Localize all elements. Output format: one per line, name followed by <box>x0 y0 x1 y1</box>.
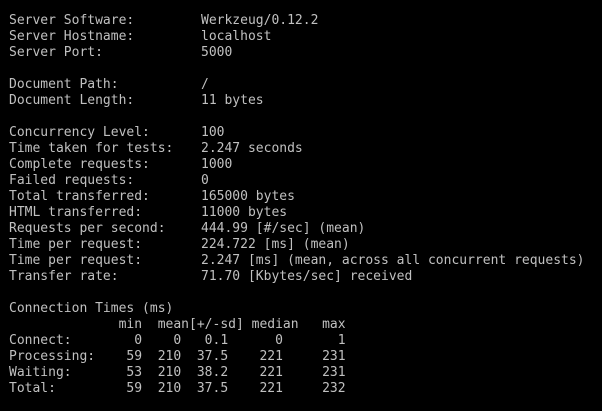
time-per-request-line: Time per request: 224.722 [ms] (mean) <box>9 237 602 253</box>
time-taken-line: Time taken for tests: 2.247 seconds <box>9 141 602 157</box>
line-label: Transfer rate: <box>9 269 119 284</box>
line-value: 165000 bytes <box>201 189 295 204</box>
line-label: Time taken for tests: <box>9 141 174 156</box>
complete-requests-line: Complete requests: 1000 <box>9 157 602 173</box>
connection-times-header: min mean[+/-sd] median max <box>9 317 346 332</box>
line-label: Server Hostname: <box>9 29 135 44</box>
line-label: Server Port: <box>9 45 103 60</box>
line-label: Document Path: <box>9 77 119 92</box>
time-per-request-concurrent-line: Time per request: 2.247 [ms] (mean, acro… <box>9 253 602 269</box>
total-transferred-line: Total transferred: 165000 bytes <box>9 189 602 205</box>
line-value: / <box>201 77 209 92</box>
html-transferred-line: HTML transferred: 11000 bytes <box>9 205 602 221</box>
line-value: localhost <box>201 29 272 44</box>
line-label: Complete requests: <box>9 157 150 172</box>
line-value: 11 bytes <box>201 93 264 108</box>
line-label: Total transferred: <box>9 189 150 204</box>
document-length-line: Document Length: 11 bytes <box>9 93 602 109</box>
transfer-rate-line: Transfer rate: 71.70 [Kbytes/sec] receiv… <box>9 269 602 285</box>
line-label: Time per request: <box>9 253 143 268</box>
document-path-line: Document Path: / <box>9 77 602 93</box>
failed-requests-line: Failed requests: 0 <box>9 173 602 189</box>
line-value: Werkzeug/0.12.2 <box>201 13 319 28</box>
terminal-output: Server Software: Werkzeug/0.12.2 Server … <box>0 0 602 411</box>
requests-per-second-line: Requests per second: 444.99 [#/sec] (mea… <box>9 221 602 237</box>
connection-times-row-processing: Processing: 59 210 37.5 221 231 <box>9 349 346 364</box>
line-value: 444.99 [#/sec] (mean) <box>201 221 366 236</box>
line-value: 11000 bytes <box>201 205 288 220</box>
connection-times-row-waiting: Waiting: 53 210 38.2 221 231 <box>9 365 346 380</box>
line-value: 5000 <box>201 45 233 60</box>
line-label: Concurrency Level: <box>9 125 150 140</box>
line-value: 2.247 seconds <box>201 141 303 156</box>
line-label: Failed requests: <box>9 173 135 188</box>
line-label: Requests per second: <box>9 221 166 236</box>
line-value: 71.70 [Kbytes/sec] received <box>201 269 413 284</box>
line-label: HTML transferred: <box>9 205 143 220</box>
connection-times-row-total: Total: 59 210 37.5 221 232 <box>9 381 346 396</box>
line-value: 224.722 [ms] (mean) <box>201 237 350 252</box>
connection-times-row-connect: Connect: 0 0 0.1 0 1 <box>9 333 346 348</box>
line-value: 100 <box>201 125 225 140</box>
line-label: Time per request: <box>9 237 143 252</box>
server-software-line: Server Software: Werkzeug/0.12.2 <box>9 13 602 29</box>
line-label: Document Length: <box>9 93 135 108</box>
line-value: 2.247 [ms] (mean, across all concurrent … <box>201 253 585 268</box>
server-port-line: Server Port: 5000 <box>9 45 602 61</box>
line-value: 0 <box>201 173 209 188</box>
connection-times-title: Connection Times (ms) <box>9 301 174 316</box>
line-label: Server Software: <box>9 13 135 28</box>
server-hostname-line: Server Hostname: localhost <box>9 29 602 45</box>
line-value: 1000 <box>201 157 233 172</box>
concurrency-level-line: Concurrency Level: 100 <box>9 125 602 141</box>
